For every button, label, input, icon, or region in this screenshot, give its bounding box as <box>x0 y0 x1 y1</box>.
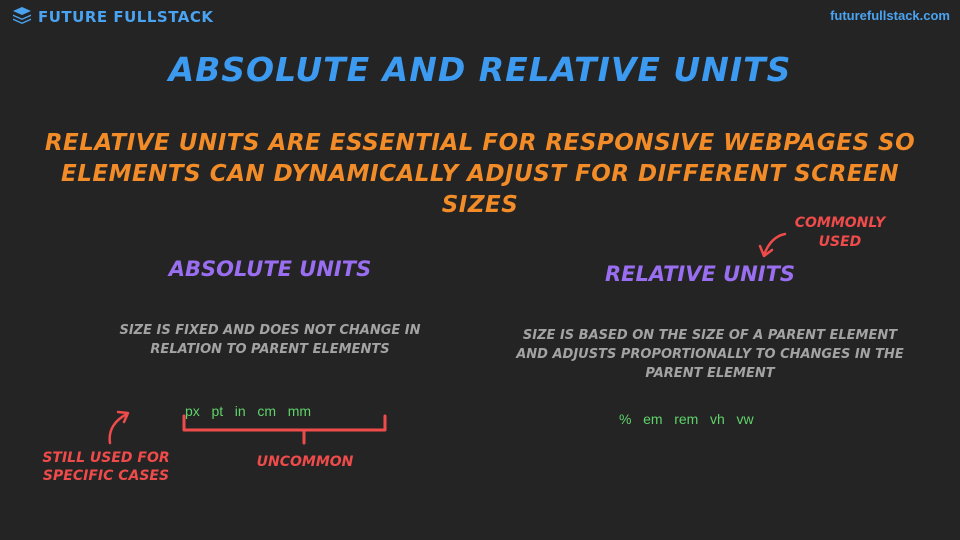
annotation-layer <box>108 232 787 445</box>
uncommon-bracket <box>182 414 387 445</box>
curved-arrow-icon <box>108 410 130 445</box>
curved-arrow-icon <box>758 232 787 258</box>
